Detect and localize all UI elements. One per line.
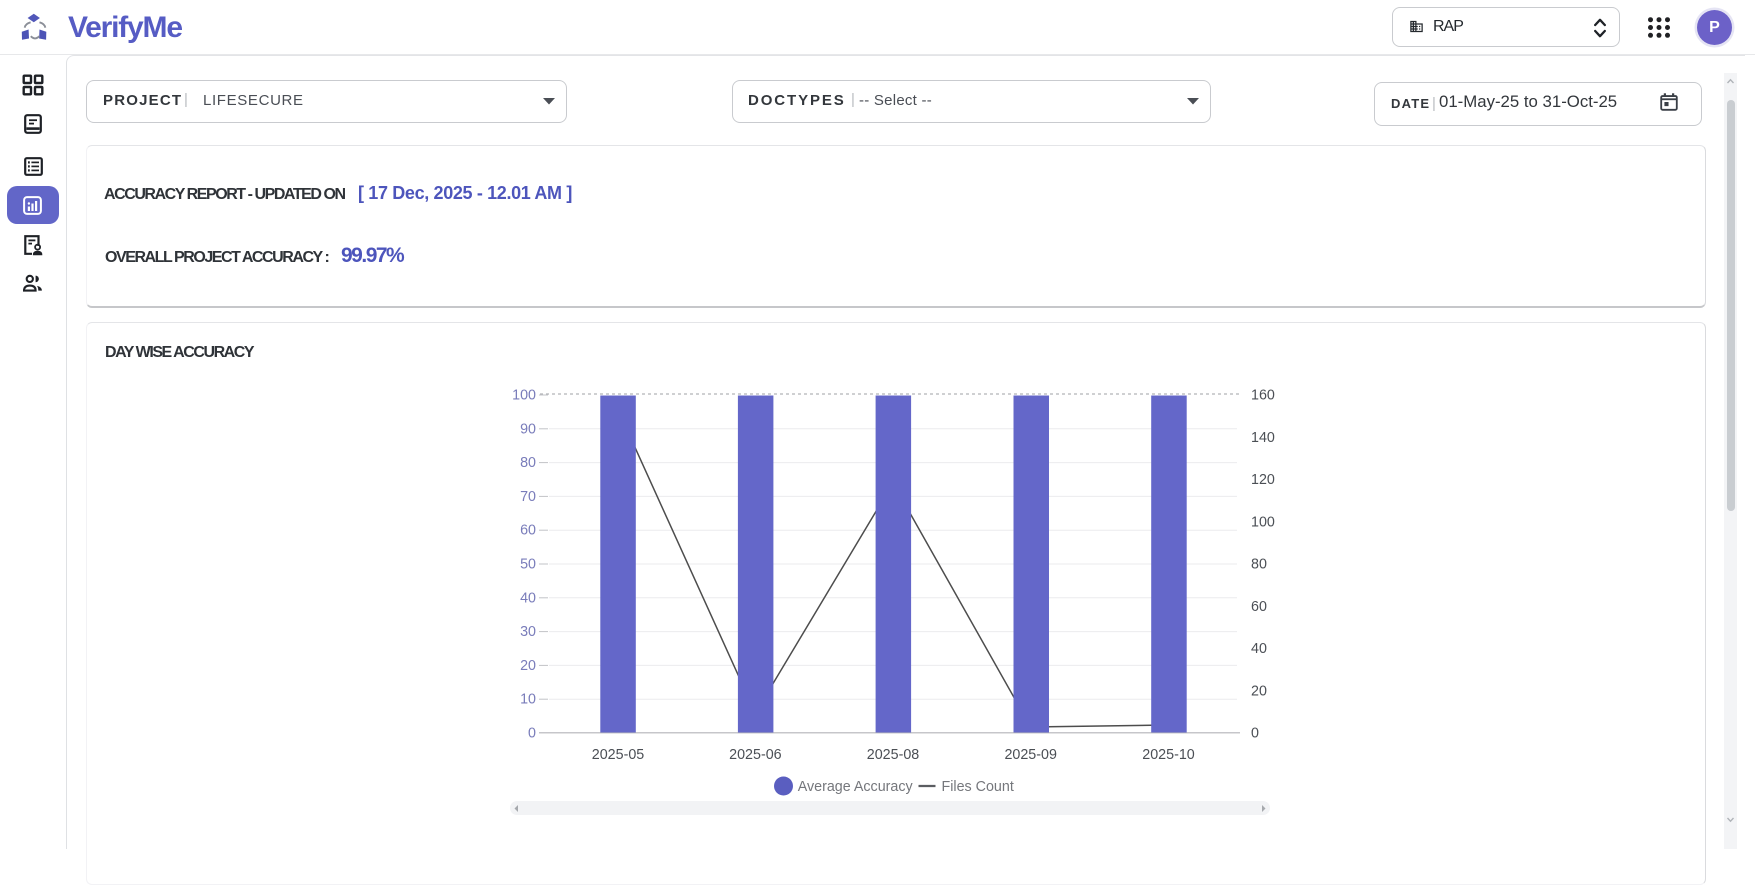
svg-text:2025-05: 2025-05 [592, 747, 645, 763]
svg-text:70: 70 [520, 489, 536, 505]
svg-text:20: 20 [520, 658, 536, 674]
svg-text:0: 0 [528, 726, 536, 742]
svg-text:90: 90 [520, 421, 536, 437]
svg-text:Average Accuracy: Average Accuracy [798, 779, 914, 795]
svg-text:2025-08: 2025-08 [867, 747, 920, 763]
svg-text:20: 20 [1251, 683, 1267, 699]
svg-text:100: 100 [1251, 514, 1275, 530]
svg-text:30: 30 [520, 624, 536, 640]
svg-text:2025-06: 2025-06 [729, 747, 782, 763]
svg-text:100: 100 [512, 388, 536, 404]
svg-text:80: 80 [520, 455, 536, 471]
svg-text:60: 60 [1251, 599, 1267, 615]
svg-text:140: 140 [1251, 430, 1275, 446]
svg-text:40: 40 [1251, 641, 1267, 657]
svg-text:40: 40 [520, 590, 536, 606]
svg-text:80: 80 [1251, 557, 1267, 573]
svg-text:120: 120 [1251, 472, 1275, 488]
svg-text:Files Count: Files Count [942, 779, 1014, 795]
svg-text:50: 50 [520, 557, 536, 573]
svg-text:10: 10 [520, 692, 536, 708]
svg-text:0: 0 [1251, 726, 1259, 742]
svg-text:2025-10: 2025-10 [1142, 747, 1195, 763]
svg-text:60: 60 [520, 523, 536, 539]
svg-text:160: 160 [1251, 388, 1275, 404]
svg-text:2025-09: 2025-09 [1004, 747, 1057, 763]
